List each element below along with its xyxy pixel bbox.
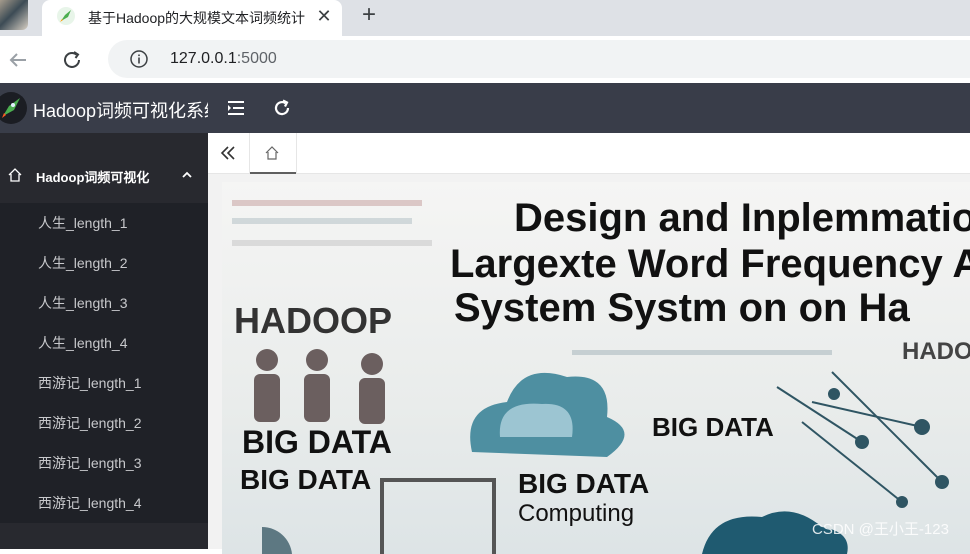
home-tab-icon xyxy=(265,146,279,160)
banner-title-line2: Largexte Word Frequency A xyxy=(450,242,970,286)
hero-banner-image: Design and Inplemmatio Largexte Word Fre… xyxy=(222,182,970,554)
url-text: 127.0.0.1:5000 xyxy=(170,50,277,67)
sidebar-item-rensheng-2[interactable]: 人生_length_2 xyxy=(0,243,208,283)
tab-close-icon[interactable]: ✕ xyxy=(314,6,334,26)
refresh-icon[interactable] xyxy=(270,96,294,120)
csdn-watermark: CSDN @王小王-123 xyxy=(812,521,949,538)
app-title: Hadoop词频可视化系统 xyxy=(33,101,208,121)
sidebar-group-toggle[interactable]: Hadoop词频可视化 xyxy=(0,153,208,203)
sidebar-item-xiyouji-3[interactable]: 西游记_length_3 xyxy=(0,443,208,483)
banner-title-line1: Design and Inplemmatio xyxy=(514,196,970,240)
browser-toolbar: 127.0.0.1:5000 xyxy=(0,36,970,83)
sidebar-item-xiyouji-1[interactable]: 西游记_length_1 xyxy=(0,363,208,403)
tab-title: 基于Hadoop的大规模文本词频统计 xyxy=(88,10,306,26)
browser-tab-strip: 基于Hadoop的大规模文本词频统计 ✕ + xyxy=(0,0,970,36)
banner-title-line3: System Systm on on Ha xyxy=(454,286,910,330)
reload-icon[interactable] xyxy=(58,46,86,74)
chevron-up-icon xyxy=(182,171,192,178)
menu-fold-icon[interactable] xyxy=(224,96,248,120)
back-icon[interactable] xyxy=(4,46,32,74)
app-header: Hadoop词频可视化系统 xyxy=(0,83,970,133)
new-tab-icon[interactable]: + xyxy=(356,2,382,28)
banner-big-data-4: BIG DATA xyxy=(518,468,650,499)
address-bar[interactable]: 127.0.0.1:5000 xyxy=(108,40,970,78)
banner-hadoop-right: HADOOP xyxy=(902,338,970,365)
page-tabs-bar xyxy=(208,133,970,174)
browser-tab-active[interactable]: 基于Hadoop的大规模文本词频统计 ✕ xyxy=(42,0,342,36)
banner-computing: Computing xyxy=(518,500,635,527)
main-content: Design and Inplemmatio Largexte Word Fre… xyxy=(208,174,970,554)
home-icon xyxy=(8,168,22,182)
rocket-favicon-icon xyxy=(57,7,75,25)
banner-big-data-3: BIG DATA xyxy=(652,412,774,442)
rocket-logo-icon xyxy=(0,92,27,124)
sidebar-item-rensheng-1[interactable]: 人生_length_1 xyxy=(0,203,208,243)
sidebar-group-label: Hadoop词频可视化 xyxy=(36,170,150,185)
banner-big-data-1: BIG DATA xyxy=(242,424,392,460)
sidebar: Hadoop词频可视化 人生_length_1 人生_length_2 人生_l… xyxy=(0,133,208,549)
sidebar-submenu: 人生_length_1 人生_length_2 人生_length_3 人生_l… xyxy=(0,203,208,523)
sidebar-item-rensheng-3[interactable]: 人生_length_3 xyxy=(0,283,208,323)
sidebar-item-rensheng-4[interactable]: 人生_length_4 xyxy=(0,323,208,363)
site-info-icon[interactable] xyxy=(130,50,148,68)
banner-hadoop-left: HADOOP xyxy=(234,300,393,341)
banner-big-data-2: BIG DATA xyxy=(240,464,372,495)
profile-avatar[interactable] xyxy=(0,0,28,30)
sidebar-item-xiyouji-2[interactable]: 西游记_length_2 xyxy=(0,403,208,443)
sidebar-item-xiyouji-4[interactable]: 西游记_length_4 xyxy=(0,483,208,523)
home-tab[interactable] xyxy=(249,133,297,174)
double-chevron-left-icon[interactable] xyxy=(218,143,238,163)
